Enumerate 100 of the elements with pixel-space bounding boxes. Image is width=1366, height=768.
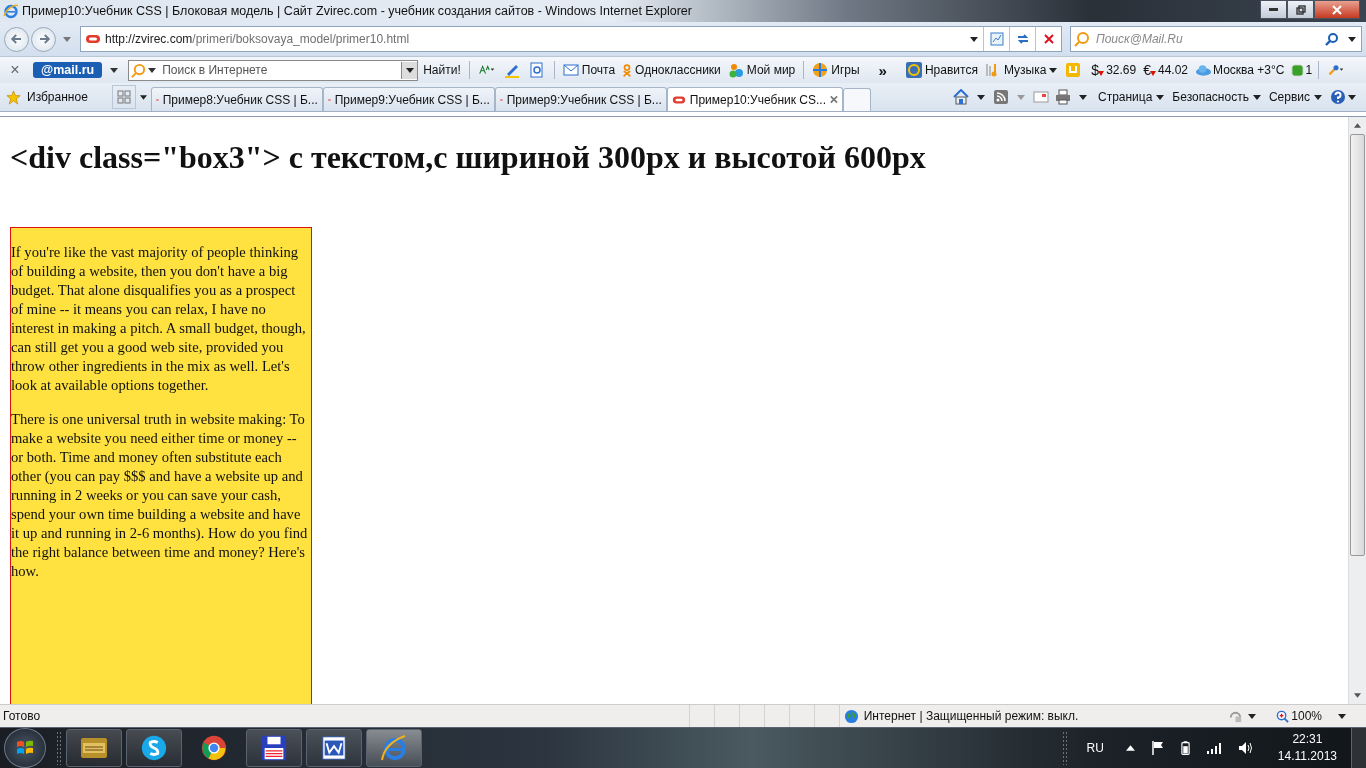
message-counter[interactable]: 1 xyxy=(1291,63,1313,77)
browser-tab[interactable]: Пример9:Учебник CSS | Б... xyxy=(494,87,667,111)
caret-icon xyxy=(405,67,414,73)
search-icon[interactable] xyxy=(1325,32,1339,46)
globe-icon xyxy=(812,62,829,78)
caret-icon xyxy=(1348,94,1356,100)
pen-icon[interactable] xyxy=(503,62,520,78)
toolbar-link[interactable]: Почта xyxy=(560,63,618,77)
command-menu[interactable]: Страница xyxy=(1095,90,1167,104)
close-icon[interactable] xyxy=(829,95,838,104)
home-icon[interactable] xyxy=(952,89,969,105)
address-field[interactable]: http://zvirec.com/primeri/boksovaya_model/primer10.html xyxy=(80,26,1062,52)
close-icon xyxy=(1332,4,1342,15)
search-input[interactable]: Поиск@Mail.Ru xyxy=(1094,31,1321,47)
help-icon xyxy=(1330,89,1346,105)
down-arrow-icon xyxy=(1098,70,1105,76)
caret-icon[interactable] xyxy=(148,67,157,73)
exchange-rate[interactable]: € 44.02 xyxy=(1143,62,1188,78)
caret-icon xyxy=(1314,94,1322,100)
page-search-icon[interactable] xyxy=(528,62,545,78)
language-indicator[interactable]: RU xyxy=(1086,741,1104,755)
more-button[interactable]: » xyxy=(876,61,889,79)
toolbar-link[interactable]: Игры xyxy=(810,62,862,78)
zoom-button[interactable]: 100% xyxy=(1276,709,1346,723)
browser-icon xyxy=(200,734,228,762)
caret-icon[interactable] xyxy=(139,94,147,100)
favorites-button[interactable]: Избранное xyxy=(4,89,90,105)
forward-button[interactable] xyxy=(31,26,56,52)
toolbar-link[interactable]: Одноклассники xyxy=(620,62,723,78)
refresh-icon xyxy=(1015,32,1030,46)
taskbar-app[interactable] xyxy=(246,729,302,767)
person-icon xyxy=(622,62,633,78)
clock[interactable]: 22:31 14.11.2013 xyxy=(1277,731,1337,765)
status-light-icon xyxy=(1291,63,1305,77)
globe-icon xyxy=(843,708,859,724)
command-menu[interactable]: Сервис xyxy=(1266,90,1324,104)
help-button[interactable] xyxy=(1330,89,1356,105)
caret-icon xyxy=(1049,67,1058,73)
archive-icon xyxy=(79,735,109,761)
start-button[interactable] xyxy=(4,728,46,768)
mail-icon[interactable] xyxy=(1032,89,1049,105)
caret-icon xyxy=(1248,713,1257,719)
print-icon[interactable] xyxy=(1054,89,1071,105)
toolbar-link[interactable]: Нравится xyxy=(903,62,980,78)
tools-icon[interactable] xyxy=(1328,62,1345,78)
document-icon xyxy=(320,734,348,762)
signal-icon[interactable] xyxy=(1205,742,1222,754)
browser-tab[interactable]: Пример10:Учебник CS... xyxy=(666,87,843,111)
down-arrow-icon[interactable] xyxy=(1354,693,1361,698)
down-arrow-icon xyxy=(1149,70,1156,76)
exchange-rate[interactable]: $ 32.69 xyxy=(1091,62,1137,78)
caret-icon xyxy=(1338,713,1346,719)
feed-icon[interactable] xyxy=(992,89,1009,105)
browser-logo-icon xyxy=(379,733,409,763)
taskbar-app[interactable] xyxy=(306,729,362,767)
minimize-button[interactable] xyxy=(1260,0,1287,19)
browser-logo-icon xyxy=(3,3,19,19)
flag-icon[interactable] xyxy=(1150,740,1165,756)
search-field[interactable]: Поиск@Mail.Ru xyxy=(1070,26,1362,52)
show-hidden-icons-icon[interactable] xyxy=(1125,745,1135,751)
scrollbar[interactable] xyxy=(1348,117,1366,704)
minimize-icon xyxy=(1269,8,1278,11)
cloud-icon xyxy=(1195,64,1212,76)
browser-tab[interactable]: Пример8:Учебник CSS | Б... xyxy=(150,87,323,111)
paragraph: There is one universal truth in website making: To make a website you need either time or money -- or both. Time and money often substitute each other (you can pay $$$ and have a website up and running in 2 weeks or you can save your cash, spend your own time building a website and have it up and running in 2-6 months). How do you find the right balance between time and money? Here's how. xyxy=(11,410,309,581)
page-chart-icon xyxy=(989,32,1004,46)
taskbar-app[interactable] xyxy=(126,729,182,767)
caret-icon xyxy=(1252,94,1261,100)
taskbar-app[interactable] xyxy=(66,729,122,767)
chat-app-icon xyxy=(140,734,168,762)
close-toolbar-button[interactable]: × xyxy=(4,61,26,79)
caret-icon[interactable] xyxy=(1348,36,1356,42)
battery-icon[interactable] xyxy=(1180,740,1190,756)
caret-icon[interactable] xyxy=(1078,94,1087,100)
weather-widget[interactable]: Москва +3°C xyxy=(1195,63,1285,77)
up-arrow-icon[interactable] xyxy=(1354,123,1361,128)
page-heading: <div class="box3"> с текстом,с шириной 300px и высотой 600px xyxy=(10,139,927,175)
browser-tab[interactable]: Пример9:Учебник CSS | Б... xyxy=(322,87,495,111)
window-title: Пример10:Учебник CSS | Блоковая модель | Сайт Zvirec.com - учебник создания сайтов - Windows Internet Explorer xyxy=(22,4,692,18)
status-text: Готово xyxy=(3,709,41,723)
mail-logo[interactable]: @mail.ru xyxy=(33,62,103,78)
caret-icon[interactable] xyxy=(110,67,119,73)
scroll-thumb[interactable] xyxy=(1350,134,1365,556)
envelope-icon xyxy=(562,64,579,76)
maximize-button[interactable] xyxy=(1287,0,1314,19)
volume-icon[interactable] xyxy=(1237,740,1254,756)
zoom-icon xyxy=(1276,709,1290,723)
find-button[interactable]: Найти! xyxy=(421,63,463,77)
web-search-field[interactable]: Поиск в Интернете xyxy=(128,59,419,81)
close-button[interactable] xyxy=(1314,0,1360,19)
toolbar-link[interactable]: Музыка xyxy=(982,62,1060,78)
caret-icon[interactable] xyxy=(970,36,978,42)
toolbar-link[interactable]: Мой мир xyxy=(725,62,798,78)
caret-icon[interactable] xyxy=(976,94,985,100)
restore-icon xyxy=(1295,4,1306,15)
back-button[interactable] xyxy=(4,26,29,52)
grid-icon xyxy=(116,90,131,104)
dropdown-button[interactable] xyxy=(401,61,418,79)
caret-icon xyxy=(1156,94,1165,100)
command-menu[interactable]: Безопасность xyxy=(1170,90,1263,104)
